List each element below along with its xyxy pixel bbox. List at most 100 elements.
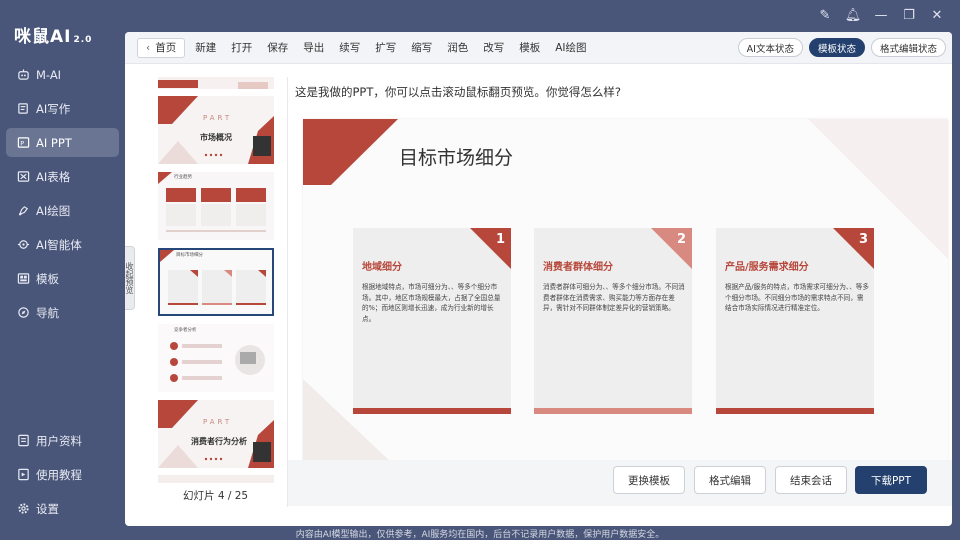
sidebar-item-label: 用户资料 — [36, 433, 82, 448]
table-icon — [16, 170, 30, 184]
card-number: 2 — [676, 232, 686, 247]
close-icon[interactable]: ✕ — [928, 6, 946, 24]
sidebar-item-label: AI智能体 — [36, 237, 82, 252]
toolbar-continue[interactable]: 续写 — [339, 40, 360, 55]
sidebar-item-label: 使用教程 — [36, 467, 82, 482]
format-edit-status-button[interactable]: 格式编辑状态 — [870, 38, 946, 57]
sidebar-item-label: AI写作 — [36, 101, 71, 116]
sidebar-item-label: 导航 — [36, 305, 59, 320]
minimize-icon[interactable]: — — [872, 6, 890, 24]
card-number: 3 — [858, 232, 868, 247]
sidebar-item-ai-writing[interactable]: AI写作 — [6, 94, 119, 123]
bell-icon[interactable]: 🔔︎ — [844, 6, 862, 24]
toolbar-open[interactable]: 打开 — [231, 40, 252, 55]
thumbnail-title: 消费者行为分析 — [191, 437, 247, 446]
thumbnail-title: 市场概况 — [200, 133, 232, 142]
footer-disclaimer: 内容由AI模型输出，仅供参考，AI服务均在国内，后台不记录用户数据，保护用户数据… — [295, 530, 665, 540]
card-text: 消费者群体可细分为、、等多个细分市场。不同消费者群体在消费需求、购买能力等方面存… — [543, 283, 685, 313]
feedback-icon[interactable]: ✎ — [816, 6, 834, 24]
thumbnail-partial[interactable] — [158, 77, 274, 89]
divider — [287, 77, 288, 507]
app-logo: 咪鼠AI 2.0 — [14, 27, 93, 47]
sidebar-item-tutorial[interactable]: 使用教程 — [6, 460, 119, 489]
toolbar: ‹ 首页 新建 打开 保存 导出 续写 扩写 缩写 润色 改写 模板 AI绘图 A… — [125, 32, 952, 64]
collapse-preview-button[interactable]: 收起预览 — [125, 246, 135, 310]
sidebar: 咪鼠AI 2.0 M-AI AI写作 P AI PPT AI表格 AI绘图 AI智… — [0, 0, 125, 540]
sidebar-item-label: AI表格 — [36, 169, 71, 184]
thumbnail-slide-selected[interactable]: 目标市场细分 — [158, 248, 274, 316]
template-icon — [16, 272, 30, 286]
slide-preview[interactable]: 目标市场细分 1 地域细分 根据地域特点，市场可细分为、、等多个细分市场。其中，… — [303, 119, 948, 464]
sidebar-item-ai-table[interactable]: AI表格 — [6, 162, 119, 191]
thumbnail-slide[interactable]: 竞争者分析 — [158, 324, 274, 392]
sidebar-item-profile[interactable]: 用户资料 — [6, 426, 119, 455]
toolbar-polish[interactable]: 润色 — [447, 40, 468, 55]
thumbnail-subtitle: 竞争者分析 — [174, 328, 197, 333]
sidebar-item-label: 模板 — [36, 271, 59, 286]
window-controls: ✎ 🔔︎ — ❐ ✕ — [816, 6, 946, 24]
card-title: 地域细分 — [362, 262, 402, 273]
card-number: 1 — [495, 232, 505, 247]
sidebar-item-ai-paint[interactable]: AI绘图 — [6, 196, 119, 225]
toolbar-rewrite[interactable]: 改写 — [483, 40, 504, 55]
ai-text-status-button[interactable]: AI文本状态 — [737, 38, 803, 57]
toolbar-save[interactable]: 保存 — [267, 40, 288, 55]
toolbar-shorten[interactable]: 缩写 — [411, 40, 432, 55]
slide-card-2: 2 消费者群体细分 消费者群体可细分为、、等多个细分市场。不同消费者群体在消费需… — [534, 228, 692, 414]
toolbar-template[interactable]: 模板 — [519, 40, 540, 55]
end-session-button[interactable]: 结束会话 — [775, 466, 847, 494]
sidebar-item-ai-agent[interactable]: AI智能体 — [6, 230, 119, 259]
change-template-button[interactable]: 更换模板 — [613, 466, 685, 494]
slide-card-3: 3 产品/服务需求细分 根据产品/服务的特点，市场需求可细分为、、等多个细分市场… — [716, 228, 874, 414]
card-bar — [716, 408, 874, 414]
sidebar-item-settings[interactable]: 设置 — [6, 494, 119, 523]
sidebar-item-ai-ppt[interactable]: P AI PPT — [6, 128, 119, 157]
download-ppt-button[interactable]: 下载PPT — [855, 466, 927, 494]
sidebar-item-label: AI PPT — [36, 135, 72, 150]
thumbnail-part-label: PART — [203, 114, 233, 122]
toolbar-new[interactable]: 新建 — [195, 40, 216, 55]
template-status-button[interactable]: 模板状态 — [808, 38, 865, 57]
thumbnail-subtitle: 目标市场细分 — [176, 253, 203, 258]
thumbnail-subtitle: 行业趋势 — [174, 175, 192, 180]
paint-icon — [16, 204, 30, 218]
thumbnail-list[interactable]: PART 市场概况 行业趋势 目标市场细分 竞争者分析 PART 消费者行为分析 — [156, 77, 276, 483]
chevron-left-icon: ‹ — [146, 41, 151, 54]
slide-counter: 幻灯片 4 / 25 — [183, 490, 249, 502]
sidebar-item-label: AI绘图 — [36, 203, 71, 218]
slide-card-1: 1 地域细分 根据地域特点，市场可细分为、、等多个细分市场。其中，地区市场规模最… — [353, 228, 511, 414]
robot-icon — [16, 68, 30, 82]
agent-icon — [16, 238, 30, 252]
restore-icon[interactable]: ❐ — [900, 6, 918, 24]
card-text: 根据地域特点，市场可细分为、、等多个细分市场。其中，地区市场规模最大，占据了全国… — [362, 283, 501, 323]
slide-title: 目标市场细分 — [399, 147, 514, 169]
format-edit-button[interactable]: 格式编辑 — [694, 466, 766, 494]
compass-icon — [16, 306, 30, 320]
thumbnail-partial[interactable] — [158, 475, 274, 483]
gear-icon — [16, 502, 30, 516]
chat-message: 这是我做的PPT，你可以点击滚动鼠标翻页预览。你觉得怎么样? — [295, 85, 621, 99]
card-bar — [534, 408, 692, 414]
profile-icon — [16, 434, 30, 448]
card-bar — [353, 408, 511, 414]
thumbnail-slide[interactable]: 行业趋势 — [158, 172, 274, 240]
thumbnail-slide[interactable]: PART 市场概况 — [158, 96, 274, 164]
svg-text:P: P — [20, 139, 24, 147]
home-button[interactable]: ‹ 首页 — [137, 37, 186, 58]
card-title: 产品/服务需求细分 — [725, 262, 809, 273]
toolbar-expand[interactable]: 扩写 — [375, 40, 396, 55]
action-bar: 更换模板 格式编辑 结束会话 下载PPT — [288, 460, 952, 506]
ppt-icon: P — [16, 136, 30, 150]
toolbar-export[interactable]: 导出 — [303, 40, 324, 55]
sidebar-item-label: M-AI — [36, 67, 62, 82]
thumbnail-slide[interactable]: PART 消费者行为分析 — [158, 400, 274, 468]
sidebar-item-template[interactable]: 模板 — [6, 264, 119, 293]
sidebar-item-m-ai[interactable]: M-AI — [6, 60, 119, 89]
main-panel: ‹ 首页 新建 打开 保存 导出 续写 扩写 缩写 润色 改写 模板 AI绘图 A… — [125, 32, 952, 526]
tutorial-icon — [16, 468, 30, 482]
edit-icon — [16, 102, 30, 116]
card-text: 根据产品/服务的特点，市场需求可细分为、、等多个细分市场。不同细分市场的需求特点… — [725, 283, 869, 313]
sidebar-item-navigation[interactable]: 导航 — [6, 298, 119, 327]
toolbar-ai-paint[interactable]: AI绘图 — [555, 40, 586, 55]
status-buttons: AI文本状态 模板状态 格式编辑状态 — [737, 38, 946, 57]
